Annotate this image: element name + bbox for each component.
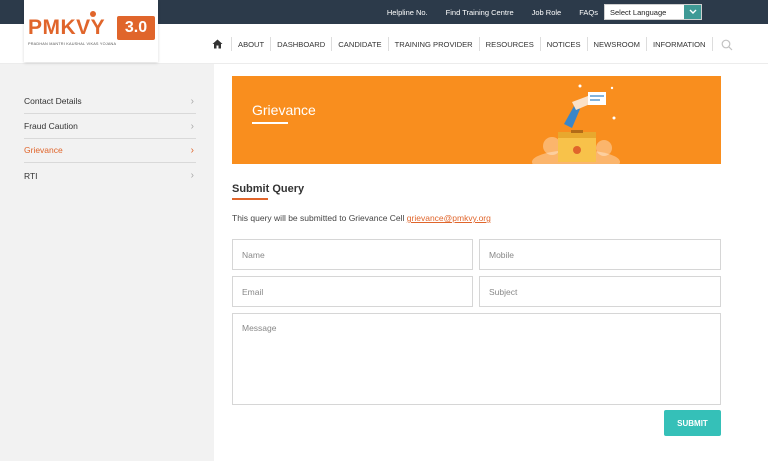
search-icon[interactable] xyxy=(721,38,733,51)
nav-candidate[interactable]: CANDIDATE xyxy=(332,37,389,51)
submit-button[interactable]: SUBMIT xyxy=(664,410,721,436)
logo-version: 3.0 xyxy=(117,16,155,40)
sidebar-item-contact-details[interactable]: Contact Details › xyxy=(24,89,196,114)
sidebar: Contact Details › Fraud Caution › Grieva… xyxy=(0,64,214,461)
language-select[interactable]: Select Language xyxy=(604,4,702,20)
sidebar-item-rti[interactable]: RTI › xyxy=(24,163,196,188)
sidebar-item-label: RTI xyxy=(24,170,38,181)
sidebar-item-fraud-caution[interactable]: Fraud Caution › xyxy=(24,114,196,139)
language-select-value: Select Language xyxy=(610,7,667,17)
email-field[interactable] xyxy=(232,276,473,307)
nav-notices[interactable]: NOTICES xyxy=(541,37,588,51)
grievance-email-link[interactable]: grievance@pmkvy.org xyxy=(407,213,491,223)
nav-about[interactable]: ABOUT xyxy=(232,37,272,51)
faqs-link[interactable]: FAQs xyxy=(579,8,598,17)
title-underline xyxy=(252,122,288,124)
site-logo[interactable]: PMKVY 3.0 PRADHAN MANTRI KAUSHAL VIKAS Y… xyxy=(24,0,158,62)
nav-items: ABOUT DASHBOARD CANDIDATE TRAINING PROVI… xyxy=(210,24,733,64)
form-info-label: This query will be submitted to Grievanc… xyxy=(232,213,407,223)
sidebar-item-label: Fraud Caution xyxy=(24,121,78,131)
sidebar-item-label: Grievance xyxy=(24,145,63,155)
helpline-link[interactable]: Helpline No. xyxy=(387,8,428,17)
form-info-text: This query will be submitted to Grievanc… xyxy=(232,213,491,223)
nav-newsroom[interactable]: NEWSROOM xyxy=(588,37,647,51)
top-links: Helpline No. Find Training Centre Job Ro… xyxy=(369,0,598,24)
home-icon[interactable] xyxy=(210,37,232,51)
nav-training-provider[interactable]: TRAINING PROVIDER xyxy=(389,37,480,51)
name-field[interactable] xyxy=(232,239,473,270)
nav-information[interactable]: INFORMATION xyxy=(647,37,713,51)
form-title: Submit Query xyxy=(232,183,305,195)
sidebar-item-grievance[interactable]: Grievance › xyxy=(24,138,196,163)
chevron-right-icon: › xyxy=(190,95,194,107)
nav-dashboard[interactable]: DASHBOARD xyxy=(271,37,333,51)
page-banner: Grievance xyxy=(232,76,721,164)
sidebar-item-label: Contact Details xyxy=(24,96,82,106)
chevron-right-icon: › xyxy=(190,170,194,181)
form-title-underline xyxy=(232,198,268,200)
nav-resources[interactable]: RESOURCES xyxy=(480,37,541,51)
page-title: Grievance xyxy=(252,102,316,118)
chevron-right-icon: › xyxy=(190,120,194,132)
chevron-down-icon xyxy=(684,5,701,19)
message-field[interactable] xyxy=(232,313,721,405)
subject-field[interactable] xyxy=(479,276,721,307)
chevron-right-icon: › xyxy=(190,144,194,156)
logo-tagline: PRADHAN MANTRI KAUSHAL VIKAS YOJANA xyxy=(28,42,117,46)
mobile-field[interactable] xyxy=(479,239,721,270)
logo-name: PMKVY xyxy=(28,16,106,39)
ballot-box-illustration xyxy=(532,84,620,164)
job-role-link[interactable]: Job Role xyxy=(532,8,562,17)
find-training-centre-link[interactable]: Find Training Centre xyxy=(446,8,514,17)
